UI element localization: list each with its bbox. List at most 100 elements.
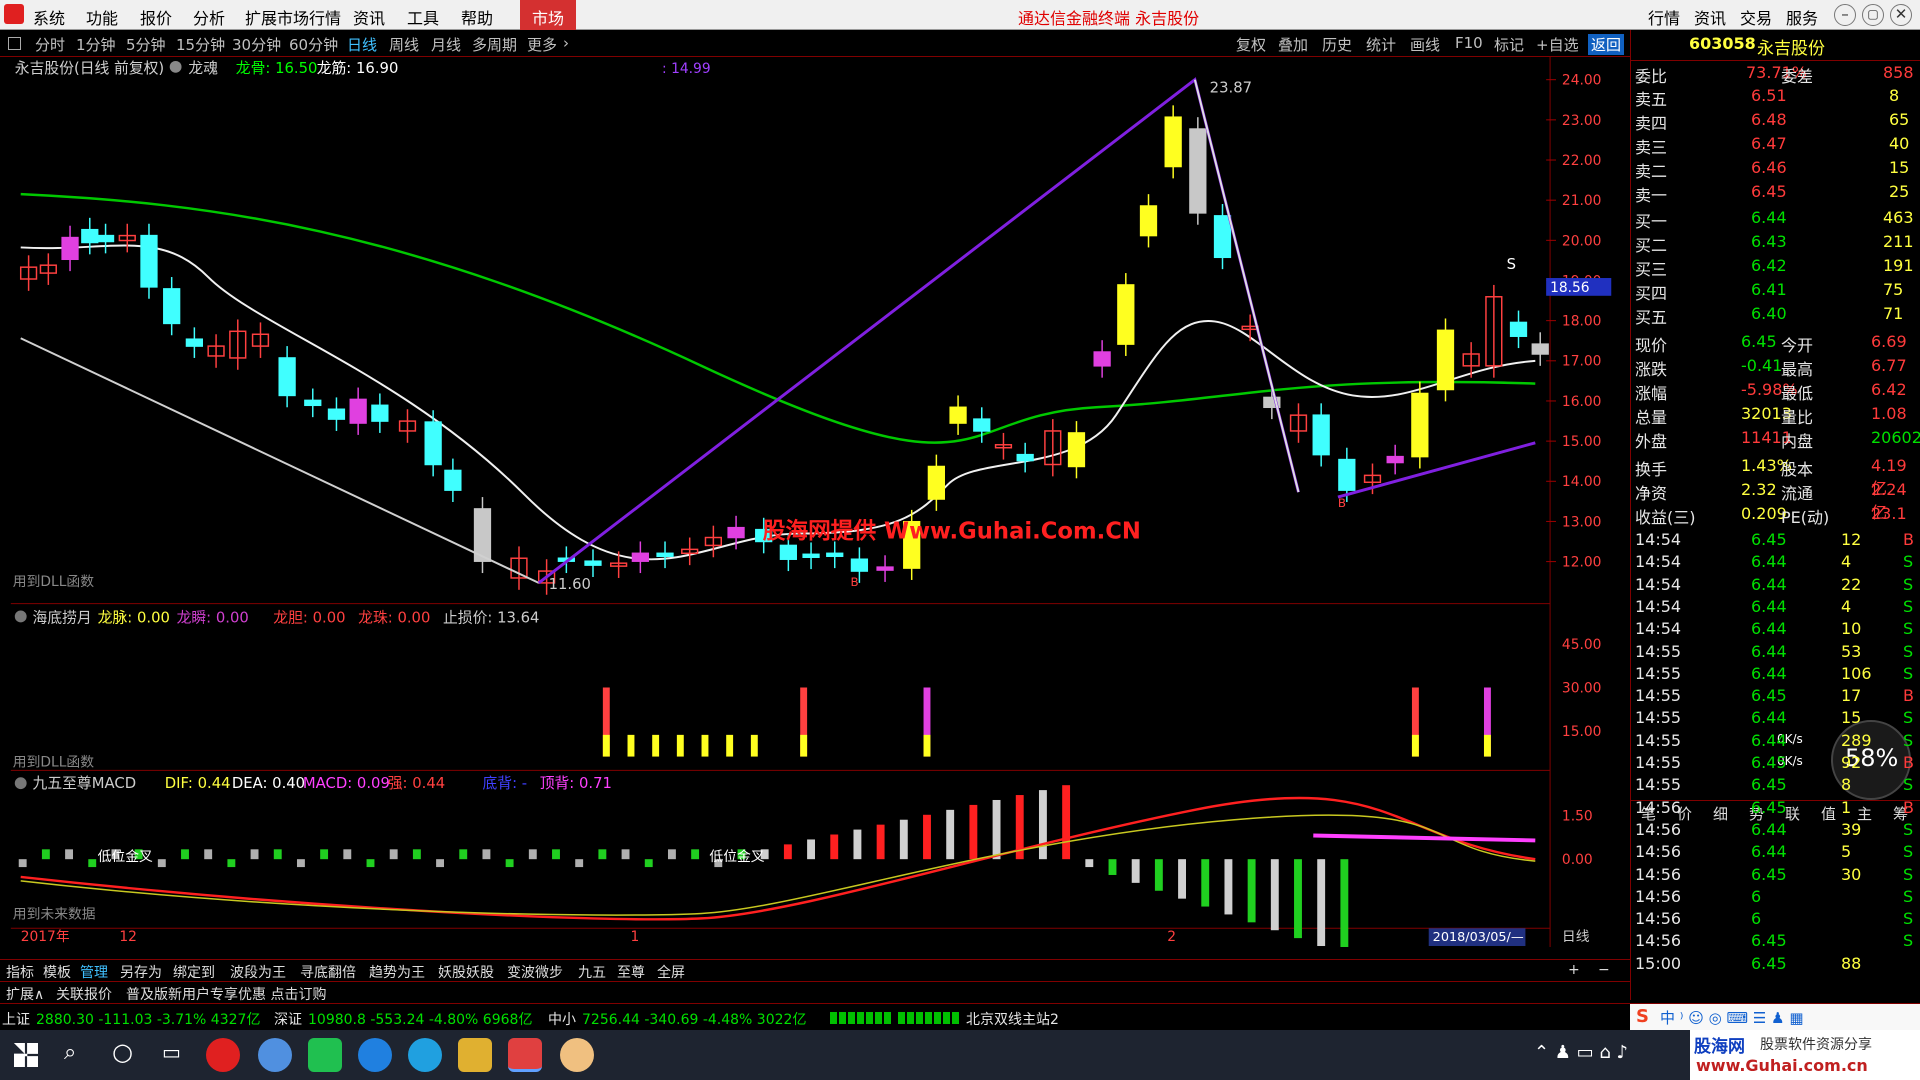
tool-overlay[interactable]: 叠加 [1278,34,1308,55]
bid-price: 6.40 [1751,304,1787,323]
tool-draw[interactable]: 画线 [1410,34,1440,55]
y-tick-label: 18.00 [1562,314,1602,330]
macd-bar [1201,859,1210,907]
menu-quote[interactable]: 报价 [140,5,172,29]
tick-side: S [1903,730,1914,750]
window-title: 通达信金融终端 永吉股份 [1018,9,1200,28]
brand-watermark: 股海网 股票软件资源分享 www.Guhai.com.cn [1690,1030,1920,1080]
tool-add-watch[interactable]: +自选 [1536,34,1579,55]
bid-row: 买三 6.42 191 [1631,254,1920,279]
period-tick[interactable]: 分时 [35,34,65,55]
period-5min[interactable]: 5分钟 [126,34,166,55]
menu-right-info[interactable]: 资讯 [1694,5,1726,29]
high-label: 23.87 [1210,80,1252,97]
period-30min[interactable]: 30分钟 [232,34,281,55]
y-tick-label: 0.00 [1562,852,1593,868]
tab-trend[interactable]: 趋势为王 [369,962,425,982]
tab-template[interactable]: 模板 [43,962,71,982]
sogou-icon[interactable] [358,1038,392,1072]
tab-save-as[interactable]: 另存为 [120,962,162,982]
tab-bind[interactable]: 绑定到 [173,962,215,982]
macd-bar [807,839,815,860]
zoom-out-icon[interactable]: − [1598,962,1610,978]
period-daily[interactable]: 日线 [347,34,377,55]
cortana-icon[interactable]: ○ [112,1038,133,1066]
folder-icon[interactable] [458,1038,492,1072]
signal-bar [800,734,808,757]
zoom-in-icon[interactable]: + [1568,962,1580,978]
player-icon[interactable] [308,1038,342,1072]
chevron-right-icon[interactable]: › [563,34,569,52]
info-value: 0.209 [1741,504,1787,523]
related-quote-button[interactable]: 关联报价 [56,984,112,1004]
link-bar: 扩展∧ 关联报价 普及版新用户专享优惠 点击订购 [0,981,1630,1003]
tab-fullscreen[interactable]: 全屏 [657,962,685,982]
b-signal-mark: B [851,575,859,589]
menu-analysis[interactable]: 分析 [193,5,225,29]
tab-bottom-double[interactable]: 寻底翻倍 [300,962,356,982]
tick-time: 14:56 [1635,864,1682,884]
browser-icon[interactable] [408,1038,442,1072]
menu-right-quote[interactable]: 行情 [1648,5,1680,29]
tray-icons[interactable]: ⌃ ♟ ▭ ⌂ ♪ [1534,1042,1628,1063]
period-weekly[interactable]: 周线 [389,34,419,55]
date-month: 12 [119,929,137,945]
menu-ext-market[interactable]: 扩展市场行情 [245,5,341,29]
macd-bar [969,804,978,860]
bid-label: 买一 [1635,212,1668,231]
tool-history[interactable]: 历史 [1322,34,1352,55]
macd-bar [343,849,352,860]
promo-link[interactable]: 普及版新用户专享优惠 点击订购 [126,984,326,1004]
tick-volume: 4 [1841,596,1852,616]
candle [61,236,79,261]
tab-supreme[interactable]: 至尊 [617,962,645,982]
tab-indicator[interactable]: 指标 [6,962,34,982]
period-1min[interactable]: 1分钟 [76,34,116,55]
index-sh-label: 上证 [2,1012,30,1028]
tongdaxin-icon[interactable] [508,1038,542,1072]
menu-market[interactable]: 市场 [520,0,577,30]
tool-adjust[interactable]: 复权 [1236,34,1266,55]
tab-nine-five[interactable]: 九五 [578,962,606,982]
windows-start-icon[interactable] [14,1043,38,1067]
kline-chart[interactable]: 24.0023.0022.0021.0020.0019.0018.0017.00… [0,57,1630,947]
tool-back[interactable]: 返回 [1588,34,1625,55]
sub1-longmai: 龙脉: 0.00 [98,609,170,626]
tool-stats[interactable]: 统计 [1366,34,1396,55]
menu-system[interactable]: 系统 [33,5,65,29]
task-view-icon[interactable]: ▭ [162,1040,181,1064]
tick-side: B [1903,530,1914,549]
tick-time: 14:55 [1635,753,1682,772]
app-icon[interactable] [258,1038,292,1072]
info-label: 最低 [1781,384,1814,403]
period-more[interactable]: 更多 [527,34,557,55]
ime-icons: 中 ⁾ ☺ ◎ ⌨ ☰ ♟ ▦ [1660,1009,1804,1027]
tab-band[interactable]: 波段为王 [230,962,286,982]
expand-button[interactable]: 扩展∧ [6,984,44,1004]
tool-mark[interactable]: 标记 [1494,34,1524,55]
tab-manage[interactable]: 管理 [80,962,108,982]
netease-music-icon[interactable] [206,1038,240,1072]
macd-bar [366,859,375,868]
period-15min[interactable]: 15分钟 [176,34,225,55]
menu-right-service[interactable]: 服务 [1786,5,1818,29]
sub2-dif: DIF: 0.44 [165,775,231,792]
period-multi[interactable]: 多周期 [472,34,517,55]
search-icon[interactable]: ⌕ [64,1040,76,1065]
close-icon[interactable]: ✕ [1890,4,1912,26]
tool-f10[interactable]: F10 [1455,34,1483,52]
period-monthly[interactable]: 月线 [431,34,461,55]
menu-help[interactable]: 帮助 [461,5,493,29]
avatar-app-icon[interactable] [560,1038,594,1072]
menu-right-trade[interactable]: 交易 [1740,5,1772,29]
maximize-icon[interactable]: ▢ [1862,4,1884,26]
menu-function[interactable]: 功能 [86,5,118,29]
menu-tools[interactable]: 工具 [407,5,439,29]
period-60min[interactable]: 60分钟 [289,34,338,55]
candle [304,399,322,407]
panel-toggle-icon[interactable] [8,37,21,50]
menu-info[interactable]: 资讯 [353,5,385,29]
minimize-icon[interactable]: – [1834,4,1856,26]
tab-wave[interactable]: 变波微步 [507,962,563,982]
tab-demon[interactable]: 妖股妖股 [438,962,494,982]
